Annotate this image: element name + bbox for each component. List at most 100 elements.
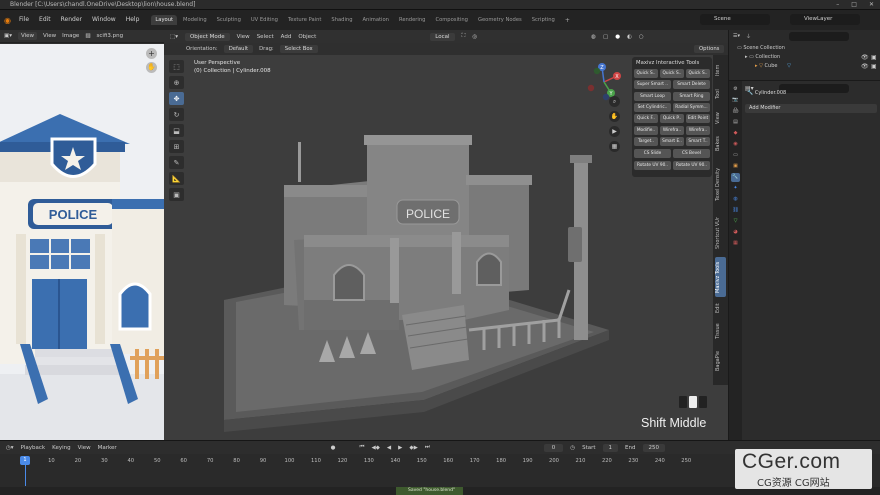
rotate-uv-button-1[interactable]: Rotate UV 90.. xyxy=(634,160,671,170)
collection-props-icon[interactable]: ▭ xyxy=(731,151,740,160)
filter-icon[interactable]: ⏚ xyxy=(746,33,751,40)
smart-delete-button[interactable]: Smart Delete xyxy=(673,80,710,89)
outliner-search-input[interactable] xyxy=(789,32,849,41)
cs-bevel-button[interactable]: CS Bevel xyxy=(673,149,710,158)
render-camera-icon[interactable]: ▣ xyxy=(871,54,877,61)
zoom-icon[interactable]: ⌕ xyxy=(609,96,620,107)
menu-add[interactable]: Add xyxy=(281,34,292,40)
overlay-icon[interactable]: ◍ xyxy=(591,34,596,40)
move-tool-icon[interactable]: ✥ xyxy=(169,92,184,105)
jump-start-icon[interactable]: ⏮ xyxy=(359,444,364,451)
scale-tool-icon[interactable]: ⬓ xyxy=(169,124,184,137)
texture-props-icon[interactable]: ▦ xyxy=(731,239,740,248)
outliner-collection[interactable]: ▸ ▭ Collection xyxy=(745,54,780,60)
modifier-props-icon[interactable]: 🔧 xyxy=(731,173,740,182)
smart-loop-button[interactable]: Smart Loop xyxy=(634,91,671,101)
menu-help[interactable]: Help xyxy=(122,15,144,25)
pan-icon[interactable]: ✋ xyxy=(146,62,157,73)
image-menu-view[interactable]: View xyxy=(43,33,56,39)
zoom-in-icon[interactable]: + xyxy=(146,48,157,59)
timeline-view-menu[interactable]: View xyxy=(78,445,91,451)
tab-sculpting[interactable]: Sculpting xyxy=(213,15,245,25)
orientation-dropdown[interactable]: Default xyxy=(223,45,254,53)
tab-texel-density[interactable]: Texel Density xyxy=(715,159,726,209)
scene-props-icon[interactable]: ◆ xyxy=(731,129,740,138)
physics-props-icon[interactable]: ◍ xyxy=(731,195,740,204)
tab-tissue[interactable]: Tissue xyxy=(715,319,726,343)
smart-e-button[interactable]: Smart E.. xyxy=(660,137,684,146)
maximize-button[interactable]: □ xyxy=(851,0,857,10)
timeline-editor-icon[interactable]: ◷▾ xyxy=(6,445,14,451)
keying-menu[interactable]: Keying xyxy=(52,445,70,451)
play-icon[interactable]: ▶ xyxy=(398,445,402,451)
view-layer-props-icon[interactable]: ▤ xyxy=(731,118,740,127)
add-cube-tool-icon[interactable]: ▣ xyxy=(169,188,184,201)
image-view-dropdown[interactable]: View xyxy=(17,32,38,40)
tab-uv-editing[interactable]: UV Editing xyxy=(247,15,282,25)
quick-f-button[interactable]: Quick F.. xyxy=(634,114,658,123)
modifier-button[interactable]: Modifie.. xyxy=(634,125,658,135)
tab-layout[interactable]: Layout xyxy=(151,15,178,25)
tab-maxivz-tools[interactable]: Maxivz Tools xyxy=(715,257,726,297)
rotate-uv-button-2[interactable]: Rotate UV 90.. xyxy=(673,160,710,170)
target-button[interactable]: Target.. xyxy=(634,137,658,146)
cursor-tool-icon[interactable]: ⊕ xyxy=(169,76,184,89)
outliner-scene-collection[interactable]: ▭ Scene Collection xyxy=(737,45,785,51)
add-modifier-button[interactable]: Add Modifier xyxy=(745,104,877,113)
tab-bakes[interactable]: Bakes xyxy=(715,131,726,157)
shading-solid-icon[interactable]: ● xyxy=(615,34,620,40)
smart-ring-button[interactable]: Smart Ring xyxy=(673,91,710,101)
record-icon[interactable]: ● xyxy=(331,445,336,451)
preview-range-icon[interactable]: ◷ xyxy=(570,445,575,451)
tab-compositing[interactable]: Compositing xyxy=(431,15,472,25)
marker-menu[interactable]: Marker xyxy=(98,445,117,451)
play-reverse-icon[interactable]: ◀ xyxy=(387,445,391,451)
next-key-icon[interactable]: ◆▶ xyxy=(409,445,417,451)
snap-icon[interactable]: ⛶ xyxy=(462,33,466,40)
measure-tool-icon[interactable]: 📐 xyxy=(169,172,184,185)
transform-tool-icon[interactable]: ⊞ xyxy=(169,140,184,153)
visibility-eye-icon[interactable]: 👁 xyxy=(861,54,869,61)
outliner-cube[interactable]: ▸ ▽ Cube ▽ xyxy=(755,63,791,69)
rotate-tool-icon[interactable]: ↻ xyxy=(169,108,184,121)
data-props-icon[interactable]: ▽ xyxy=(731,217,740,226)
scene-selector[interactable]: Scene xyxy=(700,14,770,25)
grid-icon[interactable]: ▦ xyxy=(609,141,620,152)
tab-texture-paint[interactable]: Texture Paint xyxy=(284,15,325,25)
super-smart-button[interactable]: Super Smart .. xyxy=(634,80,671,89)
end-frame-field[interactable]: 250 xyxy=(642,443,665,452)
blender-logo-icon[interactable]: ◉ xyxy=(4,16,11,25)
xray-icon[interactable]: ▢ xyxy=(603,34,608,40)
camera-icon[interactable]: ▶ xyxy=(609,126,620,137)
shading-rendered-icon[interactable]: ○ xyxy=(639,34,644,40)
minimize-button[interactable]: – xyxy=(836,0,839,10)
quick-select-button-1[interactable]: Quick S.. xyxy=(634,69,658,78)
tab-view[interactable]: View xyxy=(715,107,726,129)
menu-view[interactable]: View xyxy=(237,34,250,40)
transform-orientation-dropdown[interactable]: Local xyxy=(430,32,455,41)
smart-t-button[interactable]: Smart T.. xyxy=(686,137,710,146)
playhead[interactable]: 1 xyxy=(20,456,30,465)
menu-edit[interactable]: Edit xyxy=(35,15,55,25)
wireframe-button-2[interactable]: Wirefra.. xyxy=(686,125,710,135)
jump-end-icon[interactable]: ⏭ xyxy=(425,444,430,451)
view-layer-selector[interactable]: ViewLayer xyxy=(790,14,860,25)
tab-item[interactable]: Item xyxy=(715,59,726,81)
playback-menu[interactable]: Playback xyxy=(21,445,46,451)
quick-select-button-3[interactable]: Quick S.. xyxy=(686,69,710,78)
menu-file[interactable]: File xyxy=(15,15,33,25)
menu-window[interactable]: Window xyxy=(88,15,120,25)
3d-viewport[interactable]: POLICE ⬚▾ Object Mode View Select Add Ob… xyxy=(164,30,728,440)
editor-type-icon[interactable]: ▣▾ xyxy=(4,33,12,39)
edit-point-button[interactable]: Edit Point xyxy=(686,114,710,123)
timeline-ruler[interactable]: 0102030405060708090100110120130140150160… xyxy=(0,456,736,486)
menu-object[interactable]: Object xyxy=(298,34,316,40)
mode-dropdown[interactable]: Object Mode xyxy=(184,32,230,41)
annotate-tool-icon[interactable]: ✎ xyxy=(169,156,184,169)
image-menu-image[interactable]: Image xyxy=(62,33,79,39)
visibility-eye-icon[interactable]: 👁 xyxy=(861,63,869,70)
tab-scripting[interactable]: Scripting xyxy=(528,15,559,25)
material-props-icon[interactable]: ◕ xyxy=(731,228,740,237)
quick-p-button[interactable]: Quick P.. xyxy=(660,114,684,123)
proportional-icon[interactable]: ◎ xyxy=(472,34,477,40)
